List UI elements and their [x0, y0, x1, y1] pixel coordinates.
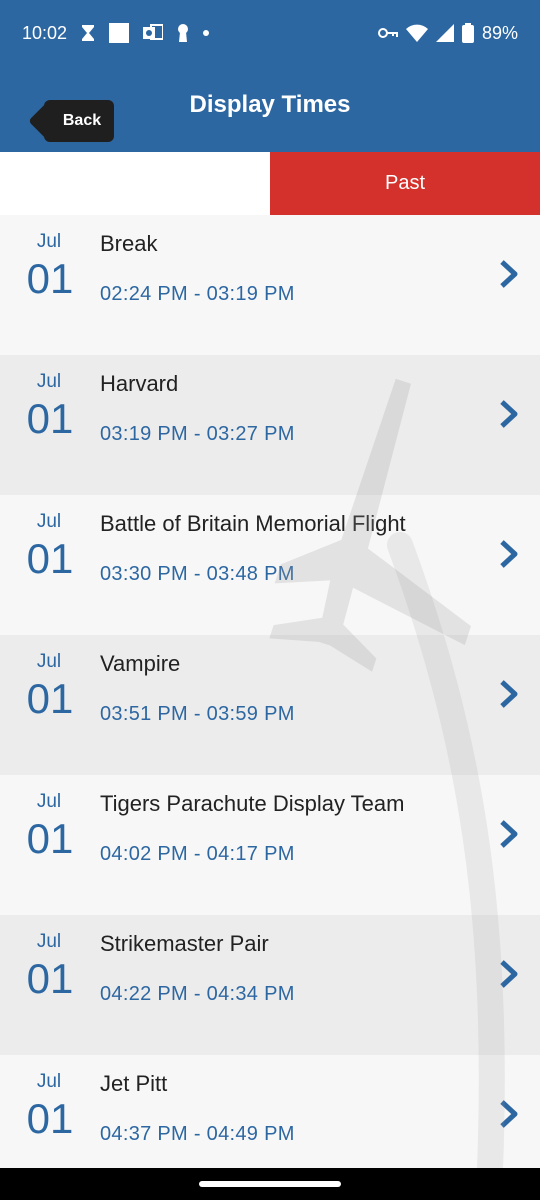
keyhole-icon [177, 24, 189, 42]
signal-icon [435, 24, 454, 42]
item-month: Jul [36, 1071, 62, 1092]
item-title: Break [100, 231, 158, 256]
display-times-list[interactable]: Jul 01 Break 02:24 PM - 03:19 PM Jul 01 … [0, 215, 540, 1168]
list-item[interactable]: Jul 01 Strikemaster Pair 04:22 PM - 04:3… [0, 915, 540, 1055]
back-button-label: Back [44, 100, 114, 142]
square-icon [109, 23, 130, 43]
battery-icon [461, 23, 474, 43]
chevron-right-icon[interactable] [498, 679, 520, 709]
system-nav-bar [0, 1168, 540, 1200]
item-month: Jul [36, 511, 62, 532]
vpn-key-icon [377, 27, 398, 39]
item-time: 04:02 PM - 04:17 PM [100, 843, 295, 865]
item-title: Battle of Britain Memorial Flight [100, 511, 406, 536]
item-day: 01 [26, 535, 74, 582]
item-title: Jet Pitt [100, 1071, 168, 1096]
tab-bar: Past [0, 152, 540, 215]
home-indicator[interactable] [199, 1181, 341, 1187]
date-badge: Jul 01 [0, 1055, 100, 1143]
date-badge: Jul 01 [0, 775, 100, 863]
item-day: 01 [26, 675, 74, 722]
status-bar: 10:02 89% [0, 0, 540, 66]
tab-past[interactable]: Past [270, 152, 540, 215]
list-item[interactable]: Jul 01 Harvard 03:19 PM - 03:27 PM [0, 355, 540, 495]
chevron-right-icon[interactable] [498, 399, 520, 429]
hourglass-icon [81, 25, 95, 41]
item-month: Jul [36, 371, 62, 392]
item-title: Strikemaster Pair [100, 931, 269, 956]
chevron-right-icon[interactable] [498, 539, 520, 569]
item-day: 01 [26, 395, 74, 442]
battery-percent: 89% [481, 22, 518, 43]
chevron-right-icon[interactable] [498, 819, 520, 849]
item-month: Jul [36, 791, 62, 812]
item-time: 04:37 PM - 04:49 PM [100, 1123, 295, 1145]
date-badge: Jul 01 [0, 495, 100, 583]
list-item[interactable]: Jul 01 Battle of Britain Memorial Flight… [0, 495, 540, 635]
list-item[interactable]: Jul 01 Jet Pitt 04:37 PM - 04:49 PM [0, 1055, 540, 1168]
wifi-icon [405, 24, 428, 42]
status-time: 10:02 [22, 22, 68, 43]
list-item[interactable]: Jul 01 Tigers Parachute Display Team 04:… [0, 775, 540, 915]
item-time: 02:24 PM - 03:19 PM [100, 283, 295, 305]
item-day: 01 [26, 255, 74, 302]
list-item[interactable]: Jul 01 Vampire 03:51 PM - 03:59 PM [0, 635, 540, 775]
date-badge: Jul 01 [0, 915, 100, 1003]
item-day: 01 [26, 815, 74, 862]
item-time: 03:51 PM - 03:59 PM [100, 703, 295, 725]
chevron-right-icon[interactable] [498, 959, 520, 989]
date-badge: Jul 01 [0, 635, 100, 723]
app-header: Back Display Times [0, 66, 540, 152]
item-day: 01 [26, 1095, 74, 1142]
item-time: 04:22 PM - 04:34 PM [100, 983, 295, 1005]
item-title: Harvard [100, 371, 179, 396]
chevron-right-icon[interactable] [498, 259, 520, 289]
item-month: Jul [36, 231, 62, 252]
date-badge: Jul 01 [0, 215, 100, 303]
item-time: 03:30 PM - 03:48 PM [100, 563, 295, 585]
outlook-icon [143, 24, 164, 42]
item-title: Vampire [100, 651, 181, 676]
back-button[interactable]: Back [22, 83, 114, 142]
item-title: Tigers Parachute Display Team [100, 791, 405, 816]
item-month: Jul [36, 931, 62, 952]
item-day: 01 [26, 955, 74, 1002]
tab-upcoming[interactable] [0, 152, 270, 215]
list-item[interactable]: Jul 01 Break 02:24 PM - 03:19 PM [0, 215, 540, 355]
dot-icon [203, 30, 210, 36]
chevron-right-icon[interactable] [498, 1099, 520, 1129]
item-month: Jul [36, 651, 62, 672]
item-time: 03:19 PM - 03:27 PM [100, 423, 295, 445]
date-badge: Jul 01 [0, 355, 100, 443]
